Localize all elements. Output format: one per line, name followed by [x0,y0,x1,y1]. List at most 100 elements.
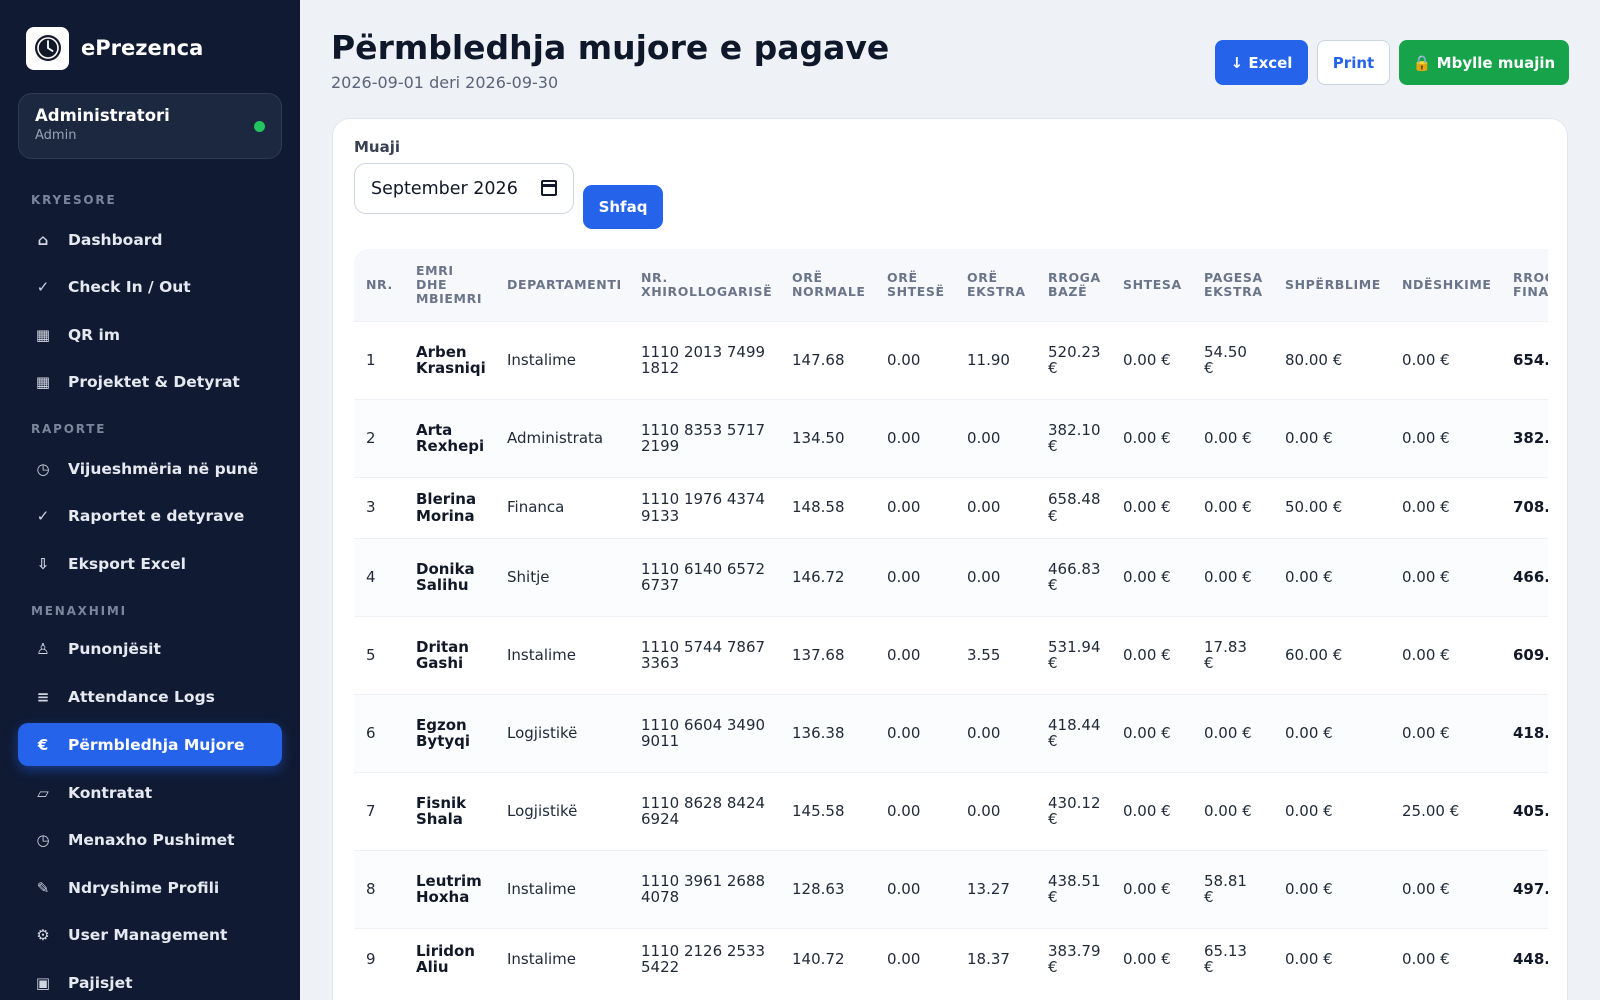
table-row[interactable]: 2 Arta Rexhepi Administrata 1110 8353 5717 … [354,398,1548,477]
cell-extra-pay: 54.50 € [1192,320,1273,399]
column-header[interactable]: SHPËRBLIME [1273,249,1390,321]
cell-normal-hours: 140.72 [780,927,875,989]
cell-department: Financa [495,476,629,538]
cell-normal-hours: 148.58 [780,476,875,538]
sidebar-item-employees[interactable]: ♙ Punonjësit [18,627,282,670]
cell-extra-hours: 0.00 [875,320,955,399]
payroll-card: Muaji September 2026 Shfaq NR. EMRI DHE … [332,118,1568,1000]
cell-extra-pay: 17.83 € [1192,615,1273,694]
cell-allowances: 0.00 € [1111,476,1192,538]
table-row[interactable]: 6 Egzon Bytyqi Logjistikë 1110 6604 3490 90… [354,693,1548,772]
cell-nr: 5 [354,615,404,694]
column-header[interactable]: ORË EKSTRA [955,249,1036,321]
cell-penalties: 25.00 € [1390,771,1501,850]
user-card[interactable]: Administratori Admin [18,93,282,159]
sidebar-item-qr[interactable]: ▦ QR im [18,313,282,356]
brand[interactable]: ePrezenca [26,26,203,70]
column-header[interactable]: NDËSHKIME [1390,249,1501,321]
nav-section-title: MENAXHIMI [31,604,127,618]
cell-penalties: 0.00 € [1390,927,1501,989]
cell-overtime-hours: 3.55 [955,615,1036,694]
cell-account: 1110 6140 6572 6737 [629,537,780,616]
cell-final-salary: 654.73 € [1501,320,1548,399]
table-row[interactable]: 5 Dritan Gashi Instalime 1110 5744 7867 336… [354,615,1548,694]
page-title: Përmbledhja mujore e pagave [331,28,890,67]
sidebar-item-user-management[interactable]: ⚙ User Management [18,913,282,956]
sidebar-item-label: Përmbledhja Mujore [68,735,245,754]
export-excel-button[interactable]: ↓ Excel [1215,40,1308,85]
sidebar-item-manage-leave[interactable]: ◷ Menaxho Pushimet [18,818,282,861]
cell-extra-hours: 0.00 [875,771,955,850]
cell-base-salary: 466.83 € [1036,537,1111,616]
payroll-table-container[interactable]: NR. EMRI DHE MBIEMRI DEPARTAMENTI NR. XH… [354,249,1548,1000]
column-header[interactable]: DEPARTAMENTI [495,249,629,321]
sidebar-item-profile-changes[interactable]: ✎ Ndryshime Profili [18,866,282,909]
column-header[interactable]: RROGA BAZË [1036,249,1111,321]
nav-section-title: KRYESORE [31,193,117,207]
pencil-icon: ✎ [36,878,50,897]
cell-overtime-hours: 0.00 [955,476,1036,538]
list-icon: ≡ [36,687,50,706]
cell-extra-hours: 0.00 [875,693,955,772]
show-button[interactable]: Shfaq [583,185,663,229]
nav-section-title: RAPORTE [31,422,107,436]
table-row[interactable]: 1 Arben Krasniqi Instalime 1110 2013 7499 1… [354,320,1548,399]
cell-final-salary: 497.32 € [1501,849,1548,928]
cell-department: Shitje [495,537,629,616]
sidebar-item-label: QR im [68,325,120,344]
cell-bonuses: 0.00 € [1273,771,1390,850]
sidebar-item-projects[interactable]: ▦ Projektet & Detyrat [18,360,282,403]
table-row[interactable]: 4 Donika Salihu Shitje 1110 6140 6572 6737 1… [354,537,1548,616]
column-header[interactable]: EMRI DHE MBIEMRI [404,249,495,321]
cell-extra-pay: 0.00 € [1192,476,1273,538]
sidebar-item-label: Attendance Logs [68,687,215,706]
sidebar-item-label: Vijueshmëria në punë [68,459,259,478]
cell-account: 1110 2126 2533 5422 [629,927,780,989]
table-row[interactable]: 7 Fisnik Shala Logjistikë 1110 8628 8424 69… [354,771,1548,850]
cell-account: 1110 8628 8424 6924 [629,771,780,850]
sidebar-item-task-reports[interactable]: ✓ Raportet e detyrave [18,494,282,537]
cell-overtime-hours: 0.00 [955,771,1036,850]
sidebar-item-devices[interactable]: ▣ Pajisjet [18,961,282,1000]
cell-base-salary: 658.48 € [1036,476,1111,538]
cell-penalties: 0.00 € [1390,320,1501,399]
calendar-icon[interactable] [541,180,557,196]
cell-department: Logjistikë [495,771,629,850]
sidebar-item-dashboard[interactable]: ⌂ Dashboard [18,218,282,261]
table-row[interactable]: 3 Blerina Morina Financa 1110 1976 4374 913… [354,476,1548,538]
cell-bonuses: 0.00 € [1273,398,1390,477]
cell-extra-pay: 58.81 € [1192,849,1273,928]
sidebar-item-export-excel[interactable]: ⇩ Eksport Excel [18,542,282,585]
sidebar-item-attendance-logs[interactable]: ≡ Attendance Logs [18,675,282,718]
print-button[interactable]: Print [1317,40,1390,85]
sidebar-item-check-in-out[interactable]: ✓ Check In / Out [18,265,282,308]
column-header[interactable]: ORË NORMALE [780,249,875,321]
cell-normal-hours: 147.68 [780,320,875,399]
month-input[interactable]: September 2026 [354,163,574,214]
cell-allowances: 0.00 € [1111,320,1192,399]
table-row[interactable]: 8 Leutrim Hoxha Instalime 1110 3961 2688 40… [354,849,1548,928]
check-icon: ✓ [36,506,50,525]
user-name: Administratori [35,106,170,125]
close-month-button[interactable]: 🔒 Mbylle muajin [1399,40,1569,85]
column-header[interactable]: RROGA FINALE [1501,249,1548,321]
online-status-dot [254,121,265,132]
clock-icon: ◷ [36,459,50,478]
column-header[interactable]: SHTESA [1111,249,1192,321]
cell-name: Arta Rexhepi [404,398,495,477]
column-header[interactable]: NR. XHIROLLOGARISË [629,249,780,321]
cell-extra-pay: 0.00 € [1192,771,1273,850]
table-header-row: NR. EMRI DHE MBIEMRI DEPARTAMENTI NR. XH… [354,249,1548,321]
cell-extra-pay: 0.00 € [1192,537,1273,616]
sidebar-item-monthly-summary[interactable]: € Përmbledhja Mujore [18,723,282,766]
cell-extra-pay: 0.00 € [1192,398,1273,477]
column-header[interactable]: NR. [354,249,404,321]
column-header[interactable]: ORË SHTESË [875,249,955,321]
cell-penalties: 0.00 € [1390,693,1501,772]
sidebar-item-contracts[interactable]: ▱ Kontratat [18,771,282,814]
column-header[interactable]: PAGESA EKSTRA [1192,249,1273,321]
sidebar-item-attendance[interactable]: ◷ Vijueshmëria në punë [18,447,282,490]
cell-allowances: 0.00 € [1111,849,1192,928]
table-row[interactable]: 9 Liridon Aliu Instalime 1110 2126 2533 542… [354,927,1548,989]
cell-extra-pay: 0.00 € [1192,693,1273,772]
